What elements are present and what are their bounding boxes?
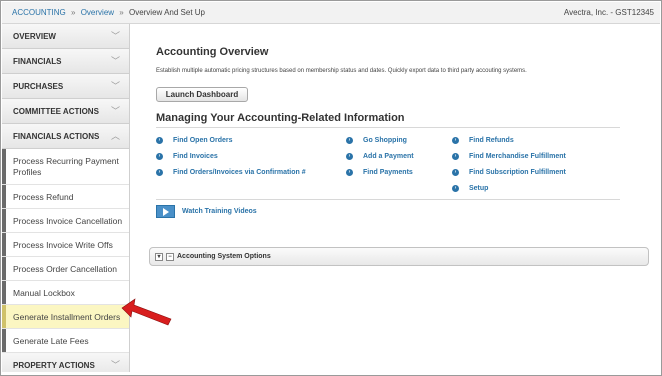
link-label: Setup xyxy=(469,185,489,192)
sidebar-section-property-actions[interactable]: PROPERTY ACTIONS ﹀ xyxy=(2,353,129,372)
link-label: Find Orders/Invoices via Confirmation # xyxy=(173,169,306,176)
sidebar-item-process-refund[interactable]: Process Refund xyxy=(2,185,129,209)
sidebar-item-manual-lockbox[interactable]: Manual Lockbox xyxy=(2,281,129,305)
video-icon xyxy=(156,205,175,218)
circle-arrow-icon: › xyxy=(156,137,163,144)
sidebar-item-process-invoice-cancellation[interactable]: Process Invoice Cancellation xyxy=(2,209,129,233)
circle-arrow-icon: › xyxy=(156,153,163,160)
circle-arrow-icon: › xyxy=(452,153,459,160)
breadcrumb-overview[interactable]: Overview xyxy=(81,8,114,17)
chevron-down-icon: ﹀ xyxy=(110,56,120,66)
find-payments-link[interactable]: › Find Payments xyxy=(346,169,413,176)
launch-dashboard-button[interactable]: Launch Dashboard xyxy=(156,87,248,102)
panel-icon: − xyxy=(166,252,174,261)
circle-arrow-icon: › xyxy=(452,169,459,176)
chevron-down-icon: ﹀ xyxy=(110,81,120,91)
sidebar-item-process-recurring-payment-profiles[interactable]: Process Recurring Payment Profiles xyxy=(2,149,129,185)
circle-arrow-icon: › xyxy=(452,137,459,144)
sidebar-section-label: COMMITTEE ACTIONS xyxy=(13,107,99,116)
circle-arrow-icon: › xyxy=(346,137,353,144)
breadcrumb-current: Overview And Set Up xyxy=(128,8,206,17)
sidebar-section-label: OVERVIEW xyxy=(13,32,56,41)
sidebar-section-financials[interactable]: FINANCIALS ﹀ xyxy=(2,49,129,74)
link-label: Add a Payment xyxy=(363,153,414,160)
accounting-system-options-panel[interactable]: ▾ − Accounting System Options xyxy=(149,247,649,266)
expand-toggle-icon[interactable]: ▾ xyxy=(155,252,163,261)
find-subscription-fulfillment-link[interactable]: › Find Subscription Fulfillment xyxy=(452,169,566,176)
link-label: Find Merchandise Fulfillment xyxy=(469,153,566,160)
go-shopping-link[interactable]: › Go Shopping xyxy=(346,137,407,144)
breadcrumb-separator: » xyxy=(71,8,76,17)
sidebar-section-overview[interactable]: OVERVIEW ﹀ xyxy=(2,24,129,49)
sidebar-item-generate-late-fees[interactable]: Generate Late Fees xyxy=(2,329,129,353)
account-name: Avectra, Inc. - GST12345 xyxy=(563,8,654,17)
sidebar-section-financials-actions[interactable]: FINANCIALS ACTIONS ︿ xyxy=(2,124,129,149)
add-a-payment-link[interactable]: › Add a Payment xyxy=(346,153,414,160)
link-label: Go Shopping xyxy=(363,137,407,144)
find-merchandise-fulfillment-link[interactable]: › Find Merchandise Fulfillment xyxy=(452,153,566,160)
page-title: Accounting Overview xyxy=(156,46,269,58)
circle-arrow-icon: › xyxy=(452,185,459,192)
sidebar-section-label: FINANCIALS ACTIONS xyxy=(13,132,100,141)
find-orders-invoices-via-confirmation-link[interactable]: › Find Orders/Invoices via Confirmation … xyxy=(156,169,306,176)
breadcrumb-accounting[interactable]: ACCOUNTING xyxy=(12,8,66,17)
breadcrumb: ACCOUNTING » Overview » Overview And Set… xyxy=(12,2,205,24)
circle-arrow-icon: › xyxy=(346,169,353,176)
divider xyxy=(156,127,620,128)
find-refunds-link[interactable]: › Find Refunds xyxy=(452,137,514,144)
chevron-up-icon: ︿ xyxy=(110,131,120,141)
breadcrumb-bar: ACCOUNTING » Overview » Overview And Set… xyxy=(2,2,660,24)
section-title: Managing Your Accounting-Related Informa… xyxy=(156,112,405,124)
app-frame: ACCOUNTING » Overview » Overview And Set… xyxy=(0,0,662,376)
link-label: Watch Training Videos xyxy=(182,208,257,215)
circle-arrow-icon: › xyxy=(346,153,353,160)
watch-training-videos-link[interactable]: Watch Training Videos xyxy=(156,205,257,218)
link-label: Find Invoices xyxy=(173,153,218,160)
sidebar-item-process-order-cancellation[interactable]: Process Order Cancellation xyxy=(2,257,129,281)
link-label: Find Open Orders xyxy=(173,137,233,144)
chevron-down-icon: ﹀ xyxy=(110,106,120,116)
breadcrumb-separator: » xyxy=(119,8,124,17)
sidebar-item-process-invoice-write-offs[interactable]: Process Invoice Write Offs xyxy=(2,233,129,257)
link-label: Find Payments xyxy=(363,169,413,176)
page-description: Establish multiple automatic pricing str… xyxy=(156,68,527,74)
sidebar: OVERVIEW ﹀ FINANCIALS ﹀ PURCHASES ﹀ COMM… xyxy=(2,24,130,372)
main-content: Accounting Overview Establish multiple a… xyxy=(131,24,660,372)
panel-title: Accounting System Options xyxy=(177,253,271,260)
annotation-arrow-icon xyxy=(121,298,172,326)
sidebar-section-label: PURCHASES xyxy=(13,82,64,91)
link-label: Find Subscription Fulfillment xyxy=(469,169,566,176)
sidebar-section-label: PROPERTY ACTIONS xyxy=(13,361,95,370)
setup-link[interactable]: › Setup xyxy=(452,185,488,192)
sidebar-section-label: FINANCIALS xyxy=(13,57,62,66)
find-open-orders-link[interactable]: › Find Open Orders xyxy=(156,137,233,144)
chevron-down-icon: ﹀ xyxy=(110,31,120,41)
divider xyxy=(156,199,620,200)
find-invoices-link[interactable]: › Find Invoices xyxy=(156,153,218,160)
sidebar-section-purchases[interactable]: PURCHASES ﹀ xyxy=(2,74,129,99)
chevron-down-icon: ﹀ xyxy=(110,360,120,370)
link-label: Find Refunds xyxy=(469,137,514,144)
circle-arrow-icon: › xyxy=(156,169,163,176)
sidebar-section-committee-actions[interactable]: COMMITTEE ACTIONS ﹀ xyxy=(2,99,129,124)
sidebar-item-generate-installment-orders[interactable]: Generate Installment Orders xyxy=(2,305,129,329)
